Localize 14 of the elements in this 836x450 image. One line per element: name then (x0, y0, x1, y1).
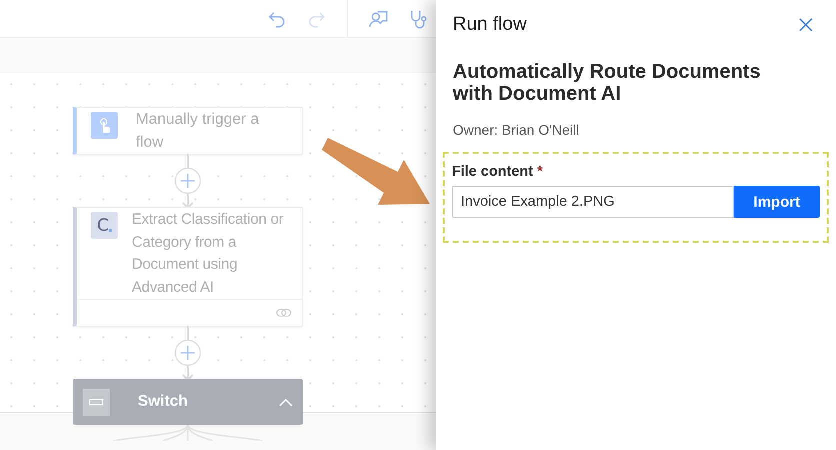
required-mark: * (537, 164, 544, 180)
file-field[interactable]: Invoice Example 2.PNG (452, 186, 734, 218)
field-label: File content (452, 164, 534, 180)
import-button[interactable]: Import (734, 186, 820, 218)
owner-text: Owner: Brian O'Neill (453, 122, 580, 138)
step-card[interactable]: C Extract Classification or Category from a Document using Advanced AI (73, 207, 303, 327)
panel-title: Run flow (453, 14, 527, 36)
step-card[interactable]: Manually trigger a flow (73, 107, 303, 155)
switch-card[interactable]: Switch (73, 379, 303, 425)
step-title: Extract Classification or Category from a Document using Advanced AI (132, 210, 285, 298)
step-title: Manually trigger a flow (136, 110, 260, 152)
flow-name: Automatically Route Documents with Document AI (453, 61, 762, 105)
step-title: Switch (138, 392, 189, 412)
classifier-icon: C (91, 212, 118, 239)
